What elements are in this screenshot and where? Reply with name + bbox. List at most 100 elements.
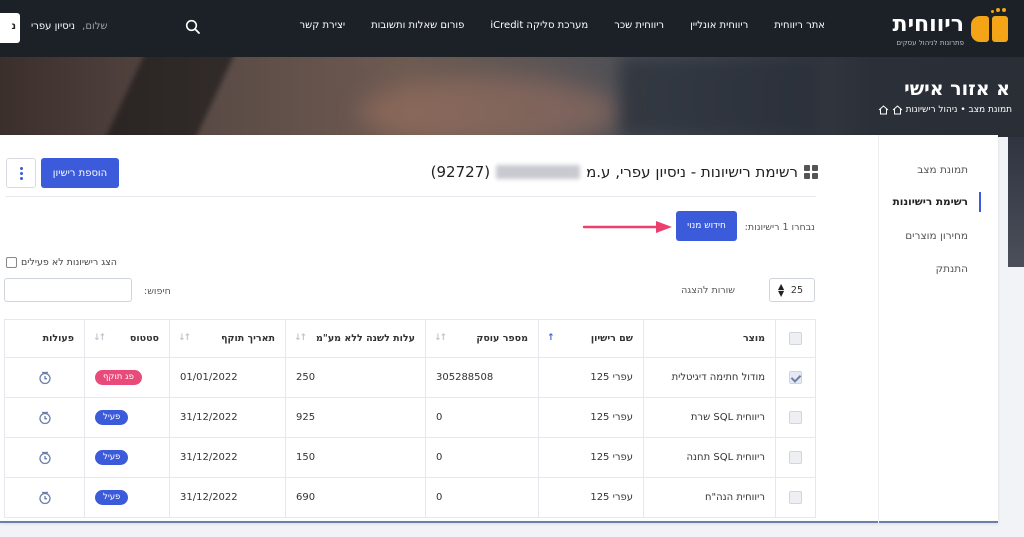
title-code: (92727) — [430, 163, 491, 181]
grid-icon — [804, 165, 818, 179]
rows-per-page-value: 25 — [790, 285, 803, 296]
sidebar-item-logout[interactable]: התנתק — [936, 263, 968, 275]
cell-cost: 250 — [285, 357, 426, 398]
cell-actions — [4, 357, 85, 398]
cell-cost: 690 — [285, 477, 426, 518]
cell-license-name: עפרי 125 — [538, 397, 644, 438]
nav-item-payroll[interactable]: ריווחית שכר — [601, 20, 677, 31]
arrow-annotation — [582, 221, 672, 233]
col-actions: פעולות — [4, 319, 85, 358]
title-text: רשימת רישיונות - ניסיון עפרי, ע.מ — [586, 163, 798, 181]
more-options-button[interactable] — [6, 158, 36, 188]
renew-subscription-button[interactable]: חידוש מנוי — [676, 211, 737, 241]
logo-text: ריווחית — [892, 12, 964, 37]
col-status[interactable]: סטטוס ↑↓ — [84, 319, 170, 358]
sidebar-active-indicator — [979, 192, 981, 212]
cell-actions — [4, 477, 85, 518]
cell-license-name: עפרי 125 — [538, 437, 644, 478]
select-all-checkbox[interactable] — [789, 332, 802, 345]
renew-action-icon[interactable] — [38, 411, 52, 425]
col-cost[interactable]: עלות לשנה ללא מע"מ ↑↓ — [285, 319, 426, 358]
cell-expiry: 01/01/2022 — [169, 357, 286, 398]
renew-action-icon[interactable] — [38, 451, 52, 465]
show-inactive-checkbox[interactable] — [6, 257, 17, 268]
col-license-name[interactable]: שם רישיון ↑ — [538, 319, 644, 358]
cell-status: פעיל — [84, 437, 170, 478]
show-inactive-toggle[interactable]: הצג רישיונות לא פעילים — [6, 257, 117, 268]
cell-product: ריווחית SQL שרת — [643, 397, 776, 438]
col-cost-label: עלות לשנה ללא מע"מ — [316, 333, 415, 344]
nav-item-contact[interactable]: יצירת קשר — [286, 20, 358, 31]
nav-item-site[interactable]: אתר ריווחית — [761, 20, 838, 31]
logo[interactable]: ריווחית פתרונות לניהול עסקים — [878, 6, 1008, 52]
row-checkbox[interactable] — [789, 411, 802, 424]
breadcrumb-text[interactable]: תמונת מצב • ניהול רישיונות — [906, 105, 1012, 115]
cell-business-id: 0 — [425, 397, 539, 438]
sort-asc-icon: ↑ — [547, 333, 554, 343]
row-checkbox[interactable] — [789, 491, 802, 504]
table-header-row: מוצר שם רישיון ↑ מספר עוסק ↑↓ עלות לשנה לל… — [4, 319, 816, 358]
cell-status: פעיל — [84, 477, 170, 518]
sort-icon: ↑↓ — [294, 333, 307, 343]
home-outline-icon — [878, 105, 888, 115]
cell-business-id: 0 — [425, 477, 539, 518]
col-business-id[interactable]: מספר עוסק ↑↓ — [425, 319, 539, 358]
cell-business-id: 305288508 — [425, 357, 539, 398]
nav-item-forum[interactable]: פורום שאלות ותשובות — [358, 20, 477, 31]
sort-icon: ↑↓ — [434, 333, 447, 343]
col-expiry[interactable]: תאריך תוקף ↑↓ — [169, 319, 286, 358]
logo-mark — [968, 8, 1008, 44]
sidebar-item-dashboard[interactable]: תמונת מצב — [917, 164, 968, 176]
cell-product: ריווחית הנה"ח — [643, 477, 776, 518]
cell-expiry: 31/12/2022 — [169, 477, 286, 518]
user-menu-button[interactable]: נ — [0, 13, 20, 43]
sort-icon: ↑↓ — [178, 333, 191, 343]
add-license-button[interactable]: הוספת רישיון — [41, 158, 119, 188]
page-banner: א אזור אישי תמונת מצב • ניהול רישיונות — [0, 57, 1024, 137]
breadcrumb: תמונת מצב • ניהול רישיונות — [878, 105, 1012, 115]
row-checkbox[interactable] — [789, 371, 802, 384]
renew-action-icon[interactable] — [38, 371, 52, 385]
col-business-id-label: מספר עוסק — [476, 333, 528, 344]
user-name: ניסיון עפרי — [31, 21, 75, 32]
table-row[interactable]: מודול חתימה דיגיטלית עפרי 125 305288508 … — [4, 357, 816, 398]
row-checkbox[interactable] — [789, 451, 802, 464]
cell-business-id: 0 — [425, 437, 539, 478]
sidebar-item-price-list[interactable]: מחירון מוצרים — [905, 230, 968, 242]
cell-product: ריווחית SQL תחנה — [643, 437, 776, 478]
search-icon[interactable] — [185, 19, 201, 35]
updown-caret-icon: ▲ ▼ — [778, 282, 785, 298]
cell-cost: 925 — [285, 397, 426, 438]
cell-expiry: 31/12/2022 — [169, 397, 286, 438]
licenses-title: רשימת רישיונות - ניסיון עפרי, ע.מ (92727… — [431, 163, 798, 181]
main-nav: אתר ריווחית ריווחית אונליין ריווחית שכר … — [286, 20, 838, 31]
col-status-label: סטטוס — [129, 333, 159, 344]
nav-item-online[interactable]: ריווחית אונליין — [677, 20, 761, 31]
status-badge: פעיל — [95, 490, 129, 505]
col-expiry-label: תאריך תוקף — [221, 333, 275, 344]
status-badge: פעיל — [95, 410, 129, 425]
renew-action-icon[interactable] — [38, 491, 52, 505]
cell-expiry: 31/12/2022 — [169, 437, 286, 478]
user-greeting[interactable]: שלום, ניסיון עפרי — [31, 21, 107, 32]
table-row[interactable]: ריווחית הנה"ח עפרי 125 0 690 31/12/2022 … — [4, 477, 816, 518]
rows-per-page-select[interactable]: 25 ▲ ▼ — [769, 278, 815, 302]
greeting-text: שלום, — [82, 21, 108, 32]
table-row[interactable]: ריווחית SQL תחנה עפרי 125 0 150 31/12/20… — [4, 437, 816, 478]
cell-license-name: עפרי 125 — [538, 477, 644, 518]
col-product[interactable]: מוצר — [643, 319, 776, 358]
status-badge: פעיל — [95, 450, 129, 465]
logo-tagline: פתרונות לניהול עסקים — [896, 39, 965, 47]
cell-actions — [4, 397, 85, 438]
sidebar-item-licenses[interactable]: רשימת רישיונות — [893, 196, 968, 208]
top-navbar: ריווחית פתרונות לניהול עסקים אתר ריווחית… — [0, 0, 1024, 57]
home-icon[interactable] — [892, 105, 903, 115]
col-license-name-label: שם רישיון — [590, 333, 633, 344]
select-all-cell — [775, 319, 816, 358]
search-input[interactable] — [4, 278, 132, 302]
cell-license-name: עפרי 125 — [538, 357, 644, 398]
cell-status: פעיל — [84, 397, 170, 438]
table-row[interactable]: ריווחית SQL שרת עפרי 125 0 925 31/12/202… — [4, 397, 816, 438]
nav-item-icredit[interactable]: מערכת סליקה iCredit — [477, 20, 601, 31]
cell-actions — [4, 437, 85, 478]
